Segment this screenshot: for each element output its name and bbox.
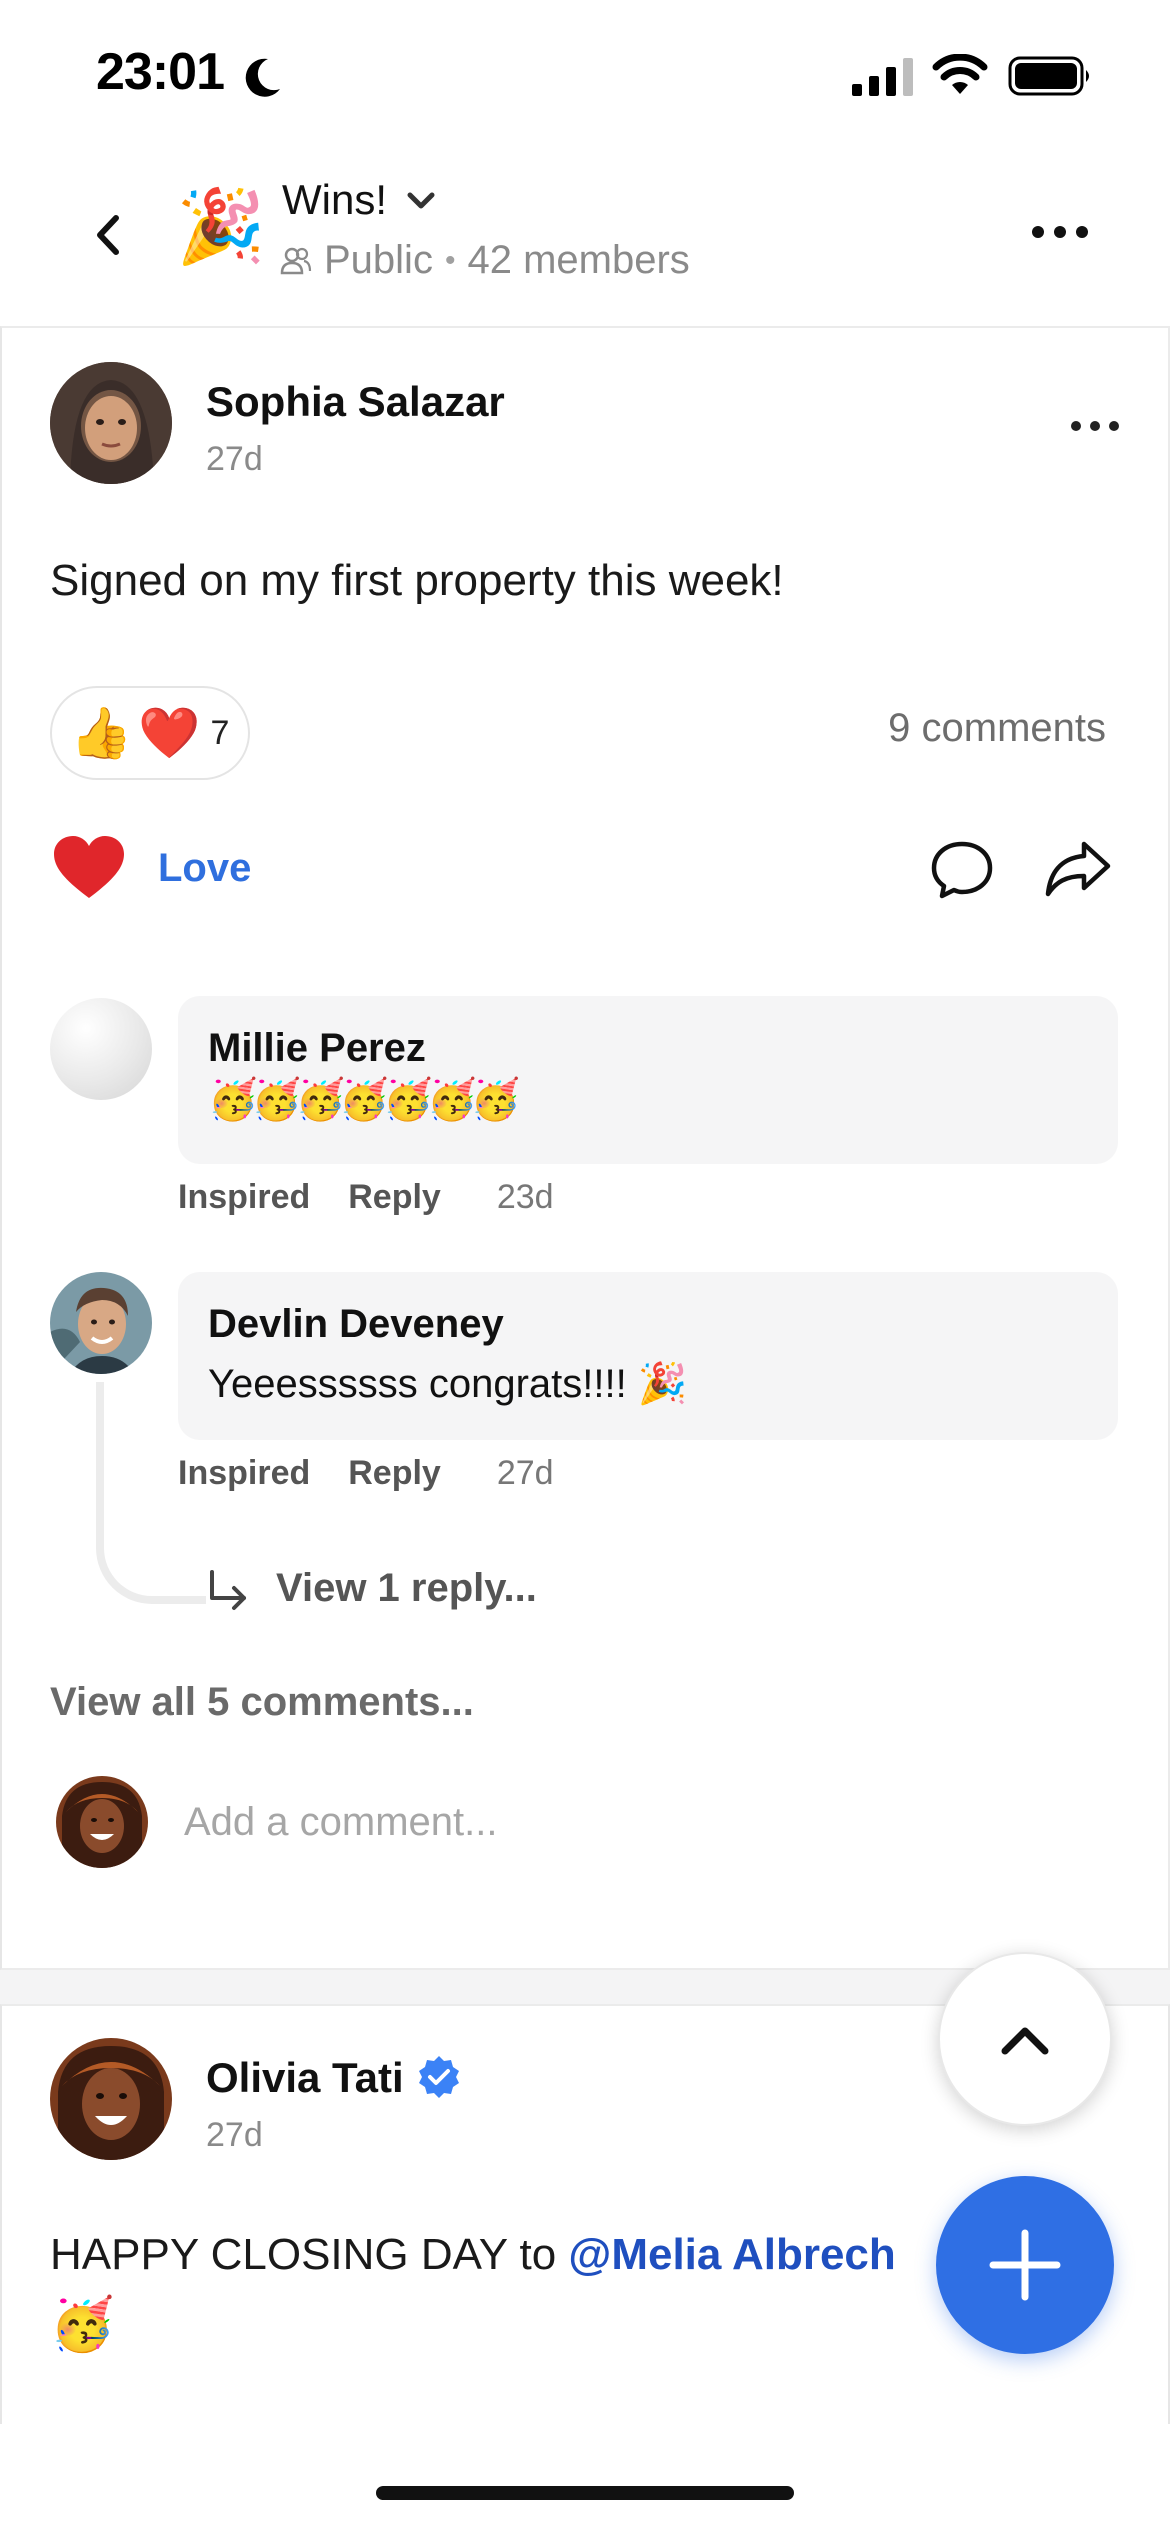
cellular-signal-icon — [852, 58, 913, 96]
comment-author-name[interactable]: Devlin Deveney — [208, 1302, 504, 1347]
back-chevron-icon[interactable] — [86, 210, 130, 260]
bottom-area — [0, 2426, 1170, 2532]
reactions-summary[interactable]: 👍 ❤️ 7 — [50, 686, 250, 780]
thumbs-up-icon: 👍 — [70, 705, 133, 761]
comment-bubble: Devlin Deveney Yeeessssss congrats!!!! 🎉 — [178, 1272, 1118, 1440]
home-indicator[interactable] — [376, 2486, 794, 2500]
love-button[interactable]: Love — [158, 846, 251, 891]
create-post-button[interactable] — [936, 2176, 1114, 2354]
share-icon[interactable] — [1044, 838, 1112, 900]
comment-icon[interactable] — [930, 840, 994, 900]
comment-bubble: Millie Perez 🥳🥳🥳🥳🥳🥳🥳 — [178, 996, 1118, 1164]
scroll-to-top-button[interactable] — [938, 1952, 1112, 2126]
plus-icon — [989, 2229, 1061, 2301]
user-mention[interactable]: @Melia Albrech — [568, 2230, 895, 2279]
reactions-count: 7 — [210, 713, 230, 752]
verified-badge-icon — [419, 2056, 459, 2098]
post-more-icon[interactable] — [1070, 418, 1120, 434]
group-header: 🎉 Wins! Public • 42 members — [0, 150, 1170, 328]
comment-time: 27d — [496, 1454, 554, 1492]
post-author-name[interactable]: Sophia Salazar — [206, 378, 505, 426]
group-meta: Public • 42 members — [280, 238, 690, 283]
add-comment-input[interactable]: Add a comment... — [184, 1800, 497, 1845]
chevron-down-icon[interactable] — [404, 186, 438, 216]
group-title[interactable]: Wins! — [282, 176, 387, 224]
members-count[interactable]: 42 members — [467, 238, 689, 283]
commenter-avatar[interactable] — [50, 1272, 152, 1374]
moon-icon — [245, 58, 280, 97]
post-body: HAPPY CLOSING DAY to @Melia Albrech — [50, 2230, 896, 2280]
meta-separator: • — [444, 243, 456, 277]
post-time: 27d — [206, 440, 263, 478]
post-body: Signed on my first property this week! — [50, 556, 784, 605]
battery-icon — [1008, 56, 1089, 96]
author-avatar[interactable] — [50, 2038, 172, 2160]
post-time: 27d — [206, 2116, 263, 2154]
thread-connector — [96, 1382, 206, 1604]
status-time: 23:01 — [96, 43, 225, 101]
comment-text: Yeeessssss congrats!!!! 🎉 — [208, 1362, 688, 1406]
commenter-avatar[interactable] — [50, 998, 152, 1100]
comment-author-name[interactable]: Millie Perez — [208, 1026, 426, 1071]
view-all-comments-link[interactable]: View all 5 comments... — [50, 1680, 474, 1725]
comment-text: 🥳🥳🥳🥳🥳🥳🥳 — [208, 1078, 521, 1122]
comment-time: 23d — [496, 1178, 554, 1216]
people-icon — [280, 247, 312, 274]
post-author-name[interactable]: Olivia Tati — [206, 2054, 404, 2102]
comment-actions: Inspired Reply 27d — [178, 1454, 554, 1493]
current-user-avatar — [56, 1776, 148, 1868]
party-face-icon: 🥳 — [50, 2296, 115, 2354]
reply-arrow-icon — [210, 1570, 246, 1610]
party-popper-icon: 🎉 — [176, 187, 266, 267]
inspired-button[interactable]: Inspired — [178, 1178, 310, 1217]
visibility-label: Public — [324, 238, 433, 282]
post-text-prefix: HAPPY CLOSING DAY to — [50, 2230, 569, 2279]
wifi-icon — [932, 54, 988, 94]
comments-count-link[interactable]: 9 comments — [888, 706, 1106, 751]
reply-button[interactable]: Reply — [348, 1178, 441, 1217]
heart-icon: ❤️ — [138, 705, 201, 761]
view-replies-link[interactable]: View 1 reply... — [276, 1566, 537, 1611]
author-avatar[interactable] — [50, 362, 172, 484]
reply-button[interactable]: Reply — [348, 1454, 441, 1493]
comment-actions: Inspired Reply 23d — [178, 1178, 554, 1217]
love-heart-icon[interactable] — [52, 834, 126, 902]
more-options-icon[interactable] — [1030, 222, 1090, 242]
chevron-up-icon — [1001, 2027, 1049, 2055]
